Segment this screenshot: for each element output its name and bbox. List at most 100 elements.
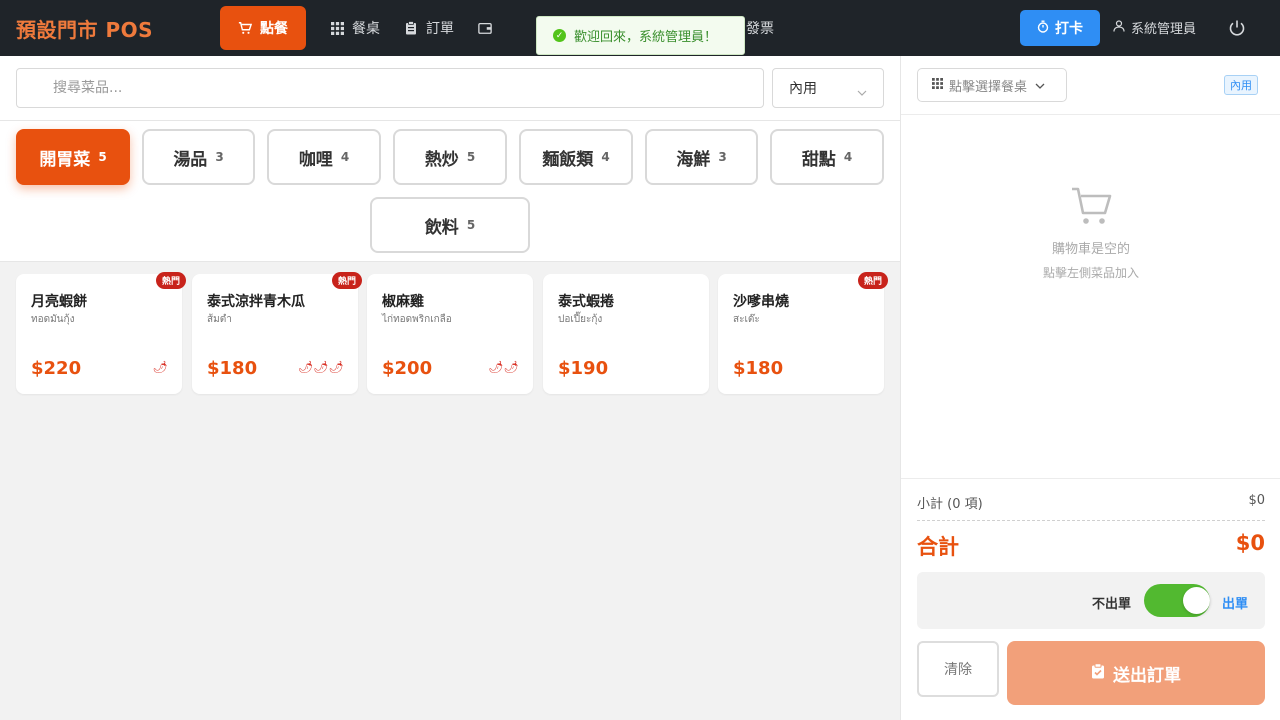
category-dessert[interactable]: 甜點 4 xyxy=(770,129,884,185)
chili-icon: 🌶🌶🌶 xyxy=(298,360,344,374)
category-count: 4 xyxy=(601,150,610,164)
dish-thai-name: ทอดมันกุ้ง xyxy=(31,314,75,325)
wallet-icon xyxy=(478,21,492,35)
category-count: 3 xyxy=(718,150,727,164)
dish-name: 泰式蝦捲 xyxy=(558,294,614,310)
dish-price: $190 xyxy=(558,358,609,379)
dish-thai-name: ปอเปี๊ยะกุ้ง xyxy=(558,314,603,325)
category-stir-fry[interactable]: 熱炒 5 xyxy=(393,129,507,185)
punch-clock-button[interactable]: 打卡 xyxy=(1020,10,1100,46)
print-label: 出單 xyxy=(1222,597,1249,612)
dish-thai-name: ส้มตำ xyxy=(207,314,232,325)
toggle-knob xyxy=(1183,587,1210,614)
total-value: $0 xyxy=(1235,531,1265,555)
category-bar: 開胃菜 5 湯品 3 咖哩 4 熱炒 5 麵飯類 4 海鮮 3 甜點 4 飲料 5 xyxy=(0,121,900,262)
search-input[interactable] xyxy=(16,68,764,108)
subtotal-value: $0 xyxy=(1248,493,1265,508)
nav-orders[interactable]: 訂單 xyxy=(404,6,478,50)
category-soup[interactable]: 湯品 3 xyxy=(142,129,255,185)
cart-icon xyxy=(238,21,252,35)
table-select-button[interactable]: 點擊選擇餐桌 xyxy=(917,68,1067,102)
dish-card[interactable]: 泰式涼拌青木瓜 ส้มตำ $180 🌶🌶🌶 熱門 xyxy=(192,272,362,394)
dish-price: $180 xyxy=(733,358,784,379)
hot-badge: 熱門 xyxy=(857,272,888,289)
user-menu[interactable]: 系統管理員 xyxy=(1113,18,1196,37)
nav-invoice-label: 發票 xyxy=(746,21,774,37)
category-label: 咖哩 xyxy=(298,149,333,170)
brand-title: 預設門市 POS xyxy=(16,18,154,42)
category-curry[interactable]: 咖哩 4 xyxy=(267,129,381,185)
empty-cart-hint: 點擊左側菜品加入 xyxy=(1042,266,1139,280)
chevron-down-icon xyxy=(857,84,867,100)
dish-card[interactable]: 月亮蝦餅 ทอดมันกุ้ง $220 🌶 熱門 xyxy=(16,272,186,394)
print-toggle[interactable] xyxy=(1144,584,1210,617)
nav-tables[interactable]: 餐桌 xyxy=(330,6,404,50)
dish-card[interactable]: 泰式蝦捲 ปอเปี๊ยะกุ้ง $190 xyxy=(543,274,709,394)
category-count: 4 xyxy=(340,150,350,164)
grid-icon xyxy=(932,77,943,93)
user-icon xyxy=(1113,19,1125,36)
dish-name: 月亮蝦餅 xyxy=(31,294,87,310)
divider xyxy=(901,114,1280,115)
user-name: 系統管理員 xyxy=(1131,22,1197,37)
category-count: 5 xyxy=(98,150,107,164)
no-print-label: 不出單 xyxy=(1092,597,1132,612)
hot-badge: 熱門 xyxy=(155,272,186,289)
category-label: 熱炒 xyxy=(424,149,459,170)
chili-icon: 🌶 xyxy=(152,360,168,374)
dish-name: 泰式涼拌青木瓜 xyxy=(207,294,305,310)
category-count: 4 xyxy=(843,150,853,164)
dish-name: 椒麻雞 xyxy=(382,294,424,310)
welcome-toast: ✓ 歡迎回來，系統管理員！ xyxy=(536,16,745,55)
category-label: 甜點 xyxy=(801,149,836,170)
chevron-down-icon xyxy=(1035,78,1045,93)
print-receipt-setting: 不出單 出單 xyxy=(917,572,1265,629)
dish-card[interactable]: 沙嗲串燒 สะเต๊ะ $180 熱門 xyxy=(718,272,888,394)
cart-panel: 點擊選擇餐桌 內用 購物車是空的 點擊左側菜品加入 小計 (0 項) $0 合計… xyxy=(900,56,1280,720)
dish-price: $220 xyxy=(31,358,82,379)
category-label: 湯品 xyxy=(173,149,208,170)
table-select-label: 點擊選擇餐桌 xyxy=(949,79,1028,95)
dish-thai-name: สะเต๊ะ xyxy=(733,314,760,325)
total-label: 合計 xyxy=(917,535,959,559)
empty-cart-icon xyxy=(1070,185,1114,229)
category-label: 飲料 xyxy=(424,217,459,238)
category-label: 麵飯類 xyxy=(542,149,594,170)
search-bar: 內用 xyxy=(0,56,900,121)
dining-mode-tag: 內用 xyxy=(1224,75,1258,95)
stopwatch-icon xyxy=(1037,20,1049,36)
logout-power-icon[interactable] xyxy=(1228,19,1246,37)
dish-name: 沙嗲串燒 xyxy=(733,294,789,310)
clipboard-icon xyxy=(404,21,418,35)
category-noodles-rice[interactable]: 麵飯類 4 xyxy=(519,129,633,185)
punch-label: 打卡 xyxy=(1055,21,1083,37)
dish-price: $200 xyxy=(382,358,433,379)
submit-order-button[interactable]: 送出訂單 xyxy=(1007,641,1265,705)
grid-icon xyxy=(330,21,344,35)
empty-cart-title: 購物車是空的 xyxy=(1051,242,1130,257)
hot-badge: 熱門 xyxy=(331,272,362,289)
dish-price: $180 xyxy=(207,358,258,379)
dining-mode-select[interactable]: 內用 xyxy=(772,68,884,108)
category-label: 海鮮 xyxy=(676,149,711,170)
category-drinks[interactable]: 飲料 5 xyxy=(370,197,530,253)
nav-tables-label: 餐桌 xyxy=(352,21,380,37)
category-seafood[interactable]: 海鮮 3 xyxy=(645,129,758,185)
nav-order-label: 點餐 xyxy=(260,21,288,37)
clear-cart-button[interactable]: 清除 xyxy=(917,641,999,697)
dish-thai-name: ไก่ทอดพริกเกลือ xyxy=(382,314,452,325)
nav-orders-label: 訂單 xyxy=(426,21,454,37)
check-circle-icon: ✓ xyxy=(553,29,566,42)
dining-mode-value: 內用 xyxy=(789,81,817,97)
toast-message: 歡迎回來，系統管理員！ xyxy=(574,30,718,45)
clipboard-check-icon xyxy=(1091,662,1105,684)
submit-order-label: 送出訂單 xyxy=(1113,665,1181,686)
nav-order[interactable]: 點餐 xyxy=(220,6,306,50)
subtotal-label: 小計 (0 項) xyxy=(917,497,983,512)
category-label: 開胃菜 xyxy=(39,149,91,170)
dish-card[interactable]: 椒麻雞 ไก่ทอดพริกเกลือ $200 🌶🌶 xyxy=(367,274,533,394)
category-count: 5 xyxy=(466,218,476,232)
order-summary: 小計 (0 項) $0 合計 $0 不出單 出單 清除 送出訂單 xyxy=(901,478,1280,720)
category-count: 5 xyxy=(466,150,476,164)
category-appetizer[interactable]: 開胃菜 5 xyxy=(16,129,130,185)
